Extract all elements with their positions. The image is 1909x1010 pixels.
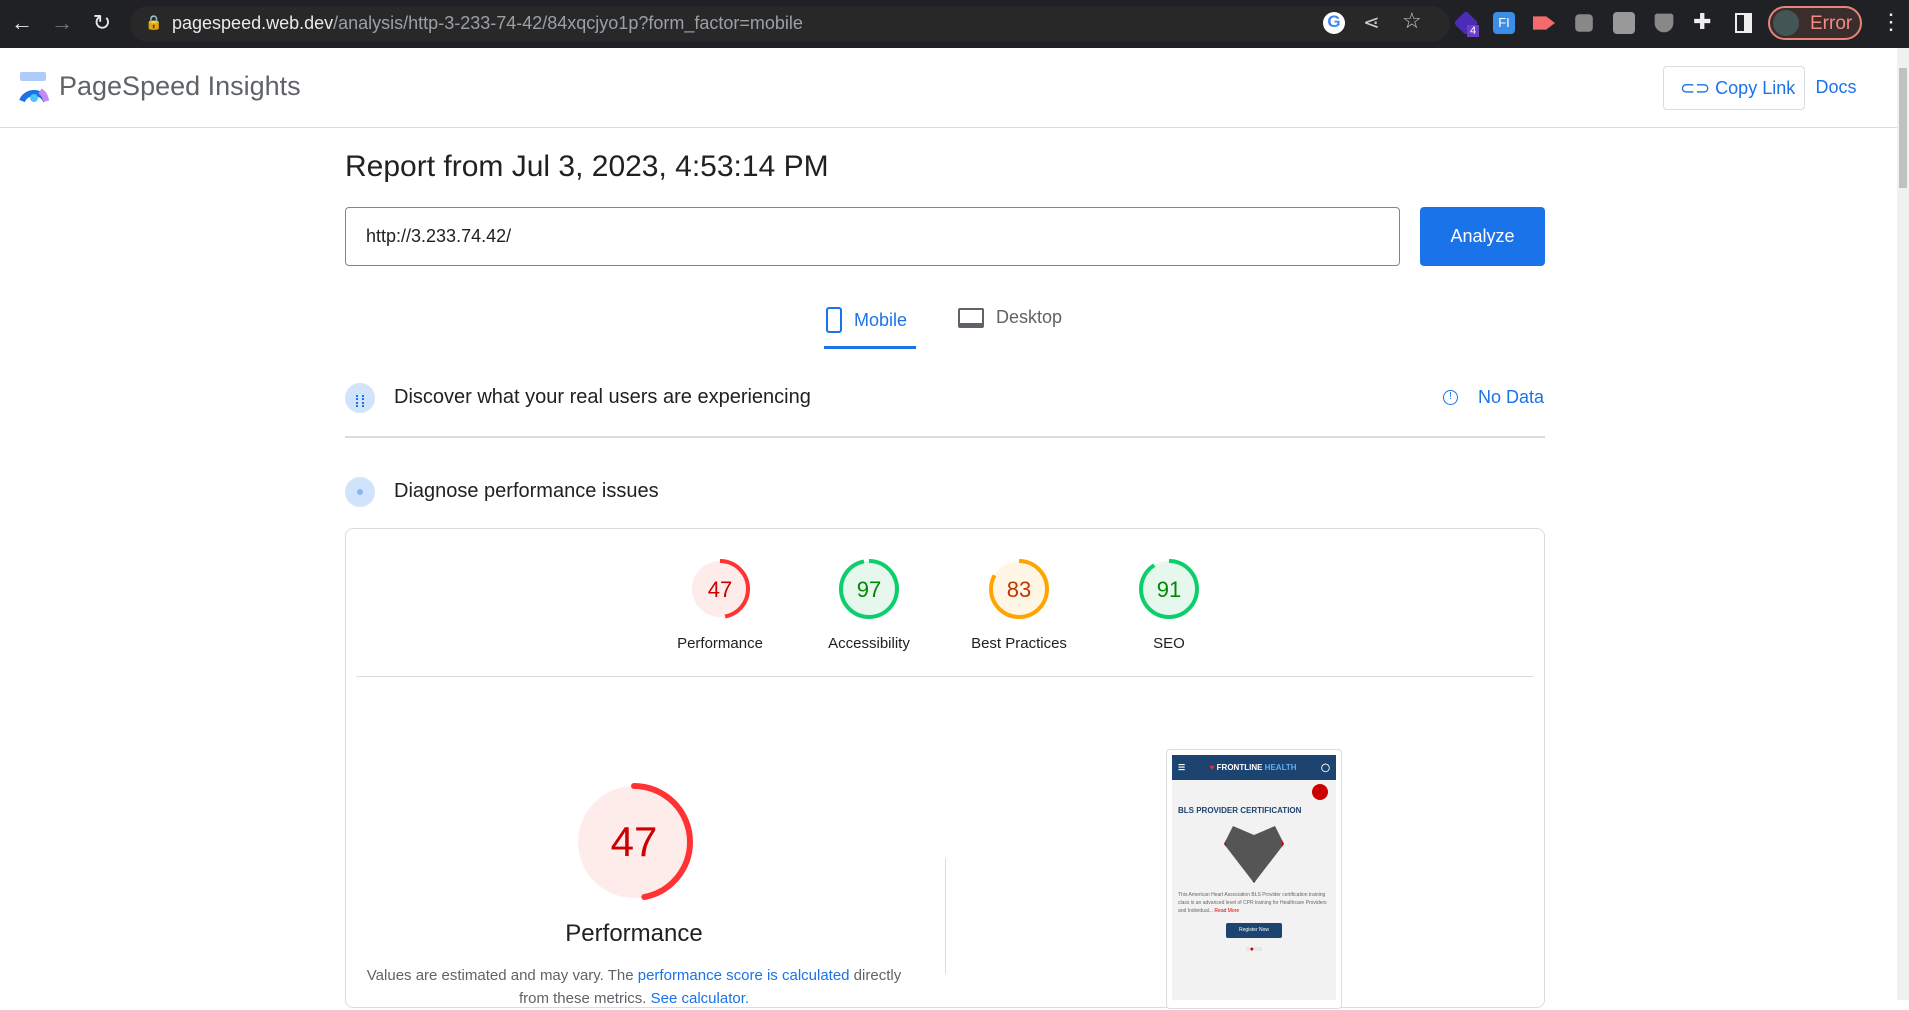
- divider: [356, 676, 1534, 677]
- camera-icon[interactable]: [1575, 14, 1593, 32]
- tab-mobile[interactable]: Mobile: [826, 307, 907, 333]
- gauge-ring: 83: [989, 559, 1049, 619]
- diagnose-icon: [345, 477, 375, 507]
- score-value: 97: [857, 577, 881, 602]
- score-calculated-link[interactable]: performance score is calculated: [638, 967, 850, 984]
- share-icon[interactable]: ⋖: [1363, 10, 1380, 35]
- divider: [345, 436, 1545, 438]
- page-screenshot-thumbnail[interactable]: ☰ ♥ FRONTLINE HEALTH ◯ BLS PROVIDER CERT…: [1166, 749, 1342, 1009]
- star-icon[interactable]: ☆: [1402, 8, 1422, 34]
- score-description: Values are estimated and may vary. The p…: [360, 964, 908, 1010]
- tab-label: Mobile: [854, 309, 908, 330]
- extension-fi-icon[interactable]: FI: [1493, 12, 1515, 34]
- brand-logo: ♥ FRONTLINE HEALTH: [1209, 763, 1297, 772]
- desc-text: Values are estimated and may vary. The: [366, 967, 638, 984]
- thumb-register-button: Register Now: [1226, 923, 1282, 938]
- performance-score-large: 47: [611, 818, 658, 865]
- score-gauge-best-practices[interactable]: 83 Best Practices: [959, 558, 1079, 652]
- extension-badge: 4: [1467, 25, 1480, 37]
- url-input[interactable]: [345, 207, 1400, 266]
- lock-icon: 🔒: [145, 14, 163, 30]
- menu-kebab-icon[interactable]: ⋮: [1880, 9, 1902, 35]
- see-calculator-link[interactable]: See calculator.: [651, 990, 749, 1007]
- divider-vertical: [945, 858, 946, 974]
- extensions-puzzle-icon[interactable]: ✚: [1693, 9, 1711, 35]
- gauge-ring: 91: [1139, 559, 1199, 619]
- pagespeed-logo-icon[interactable]: [18, 71, 50, 103]
- thumb-read-more: Read More: [1214, 908, 1240, 914]
- score-label: Performance: [677, 635, 763, 652]
- score-gauge-performance[interactable]: 47 Performance: [660, 558, 780, 652]
- tab-label: Desktop: [996, 307, 1063, 327]
- score-label: Best Practices: [971, 635, 1067, 652]
- field-data-title: Discover what your real users are experi…: [394, 386, 811, 408]
- lab-data-title: Diagnose performance issues: [394, 480, 659, 502]
- thumb-heading: BLS PROVIDER CERTIFICATION: [1178, 806, 1302, 815]
- url-text[interactable]: pagespeed.web.dev/analysis/http-3-233-74…: [172, 13, 803, 34]
- shield-icon[interactable]: [1654, 13, 1674, 33]
- google-icon[interactable]: G: [1323, 12, 1345, 34]
- desktop-icon: [958, 307, 984, 328]
- thumb-body: This American Heart Association BLS Prov…: [1178, 892, 1327, 914]
- carousel-dots: ○●○○: [1245, 946, 1263, 953]
- info-icon: !: [1443, 390, 1458, 405]
- copy-link-button[interactable]: ⊂⊃ Copy Link: [1663, 66, 1805, 110]
- score-value: 91: [1157, 577, 1181, 602]
- cart-icon: ◯: [1321, 763, 1330, 772]
- scrollbar[interactable]: [1897, 48, 1909, 1000]
- score-label: SEO: [1153, 635, 1185, 652]
- performance-label: Performance: [565, 920, 703, 947]
- score-gauge-accessibility[interactable]: 97 Accessibility: [809, 558, 929, 652]
- app-title[interactable]: PageSpeed Insights: [59, 71, 301, 102]
- phone-icon: [1312, 784, 1328, 800]
- score-value: 83: [1007, 577, 1031, 602]
- scrollbar-thumb[interactable]: [1899, 68, 1907, 188]
- no-data-link[interactable]: ! No Data: [1443, 387, 1544, 408]
- score-label: Accessibility: [828, 635, 910, 652]
- performance-gauge-large: 47: [575, 783, 693, 901]
- score-gauge-seo[interactable]: 91 SEO: [1109, 558, 1229, 652]
- avatar: [1773, 10, 1799, 36]
- docs-link[interactable]: Docs: [1806, 77, 1866, 98]
- score-value: 47: [708, 577, 732, 602]
- hamburger-icon: ☰: [1178, 763, 1186, 772]
- heart-image: [1224, 826, 1284, 883]
- page-title: Report from Jul 3, 2023, 4:53:14 PM: [345, 150, 829, 183]
- users-chart-icon: [345, 383, 375, 413]
- profile-status: Error: [1810, 13, 1853, 34]
- link-icon: ⊂⊃: [1680, 78, 1716, 98]
- no-data-label: No Data: [1478, 387, 1545, 407]
- back-icon[interactable]: ←: [8, 10, 36, 36]
- gauge-ring: 47: [690, 559, 750, 619]
- active-tab-indicator: [824, 346, 916, 349]
- mobile-icon: [826, 307, 842, 333]
- extension-touch-icon[interactable]: [1613, 12, 1635, 34]
- tab-desktop[interactable]: Desktop: [958, 307, 1062, 328]
- analyze-button[interactable]: Analyze: [1420, 207, 1545, 266]
- gauge-ring: 97: [839, 559, 899, 619]
- reload-icon[interactable]: ↻: [88, 10, 116, 36]
- side-panel-icon[interactable]: [1735, 13, 1752, 33]
- copy-link-label: Copy Link: [1715, 78, 1796, 98]
- forward-icon[interactable]: →: [48, 10, 76, 36]
